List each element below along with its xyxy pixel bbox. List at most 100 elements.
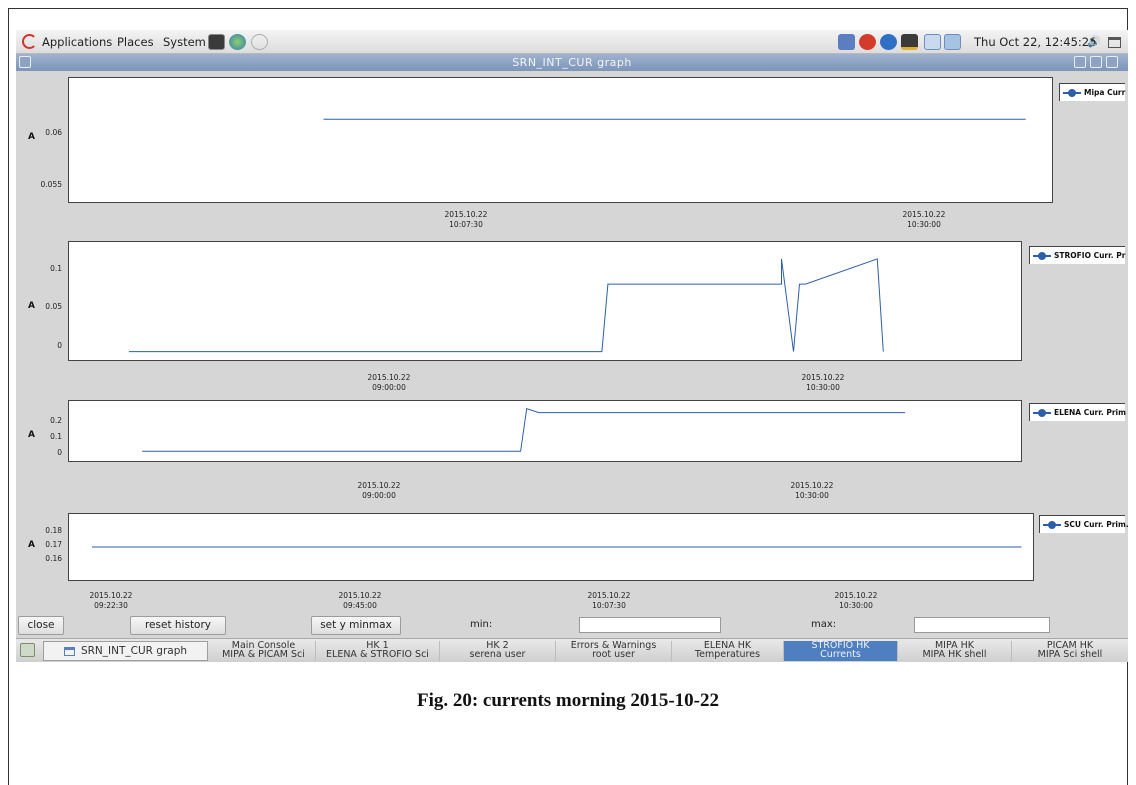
workspace-subtitle: MIPA & PICAM Sci [222, 649, 305, 660]
y-tick-label: 0.06 [45, 128, 62, 137]
workspace-picam-hk[interactable]: PICAM HK MIPA Sci shell [1012, 641, 1128, 661]
show-desktop-icon[interactable] [20, 643, 35, 657]
reset-history-button[interactable]: reset history [130, 616, 226, 635]
window-title: SRN_INT_CUR graph [512, 56, 632, 69]
max-input[interactable] [914, 617, 1050, 633]
volume-icon[interactable]: 🔊 [1087, 35, 1101, 51]
debian-logo-icon[interactable] [22, 34, 37, 49]
x-tick-date: 2015.10.22 [338, 591, 382, 600]
x-tick-time: 10:30:00 [795, 491, 829, 500]
x-tick-time: 10:30:00 [907, 220, 941, 229]
network-launcher-icon[interactable] [251, 34, 268, 50]
window-menu-icon[interactable] [19, 56, 31, 68]
legend-marker-icon [1063, 89, 1081, 97]
workspace-subtitle: ELENA & STROFIO Sci [326, 649, 429, 660]
legend-label: STROFIO Curr. Pr [1054, 251, 1126, 260]
x-tick-label: 2015.10.22 09:22:30 [71, 591, 151, 611]
series-line [128, 258, 884, 353]
x-tick-time: 09:22:30 [94, 601, 128, 610]
legend-label: SCU Curr. Prim. [1064, 520, 1128, 529]
legend-scu: SCU Curr. Prim. [1039, 515, 1128, 533]
x-tick-time: 09:00:00 [362, 491, 396, 500]
plot-mipa[interactable] [68, 77, 1053, 203]
workspace-mipa-hk[interactable]: MIPA HK MIPA HK shell [898, 641, 1012, 661]
x-tick-label: 2015.10.22 10:30:00 [884, 210, 964, 230]
x-tick-date: 2015.10.22 [834, 591, 878, 600]
legend-strofio: STROFIO Curr. Pr [1029, 246, 1125, 264]
browser-launcher-icon[interactable] [229, 34, 246, 50]
workspace-strofio-hk[interactable]: STROFIO HK Currents [784, 641, 898, 661]
system-menu[interactable]: System [163, 35, 206, 49]
legend-label: Mipa Curr [1084, 88, 1126, 97]
x-tick-label: 2015.10.22 10:30:00 [783, 373, 863, 393]
x-tick-time: 10:30:00 [806, 383, 840, 392]
x-tick-time: 09:45:00 [343, 601, 377, 610]
series-line [142, 408, 906, 452]
workspace-subtitle: Temperatures [694, 649, 761, 660]
figure-caption: Fig. 20: currents morning 2015-10-22 [416, 690, 720, 711]
workspace-subtitle: MIPA Sci shell [1037, 649, 1103, 660]
terminal-launcher-icon[interactable] [208, 34, 225, 50]
places-menu[interactable]: Places [117, 35, 154, 49]
show-desktop-icon[interactable] [1108, 37, 1121, 48]
y-tick-label: 0 [57, 448, 62, 457]
x-tick-date: 2015.10.22 [790, 481, 834, 490]
legend-label: ELENA Curr. Prim [1054, 408, 1126, 417]
plot-scu[interactable] [68, 513, 1034, 581]
set-y-minmax-button[interactable]: set y minmax [311, 616, 401, 635]
x-tick-label: 2015.10.22 09:45:00 [320, 591, 400, 611]
x-tick-label: 2015.10.22 10:07:30 [569, 591, 649, 611]
update-icon[interactable] [859, 34, 876, 50]
y-tick-label: 0.1 [50, 432, 62, 441]
taskbar-window-label: SRN_INT_CUR graph [80, 645, 188, 657]
minimize-icon[interactable] [1074, 56, 1086, 68]
maximize-icon[interactable] [1090, 56, 1102, 68]
close-window-icon[interactable] [1106, 56, 1118, 68]
x-tick-label: 2015.10.22 10:30:00 [772, 481, 852, 501]
x-tick-time: 09:00:00 [372, 383, 406, 392]
plot-scu-canvas [92, 546, 1022, 548]
x-tick-date: 2015.10.22 [801, 373, 845, 382]
close-button[interactable]: close [18, 616, 64, 635]
workspace-subtitle: MIPA HK shell [922, 649, 987, 660]
desktop-screenshot: Applications Places System Thu Oct 22, 1… [16, 30, 1128, 662]
min-label: min: [470, 619, 493, 630]
display-icon[interactable] [838, 34, 855, 50]
legend-marker-icon [1033, 409, 1051, 417]
monitor-icon[interactable] [901, 34, 918, 50]
workspace-hk1[interactable]: HK 1 ELENA & STROFIO Sci [316, 641, 440, 661]
legend-marker-icon [1033, 252, 1051, 260]
clock[interactable]: Thu Oct 22, 12:45:26 [974, 35, 1096, 49]
window-icon [63, 646, 75, 656]
x-tick-time: 10:07:30 [592, 601, 626, 610]
applications-menu[interactable]: Applications [42, 35, 112, 49]
legend-elena: ELENA Curr. Prim [1029, 403, 1126, 421]
plot-strofio-canvas [128, 258, 884, 353]
min-input[interactable] [579, 617, 721, 633]
user-icon[interactable] [944, 34, 961, 50]
window-titlebar[interactable]: SRN_INT_CUR graph [16, 54, 1128, 71]
plot-elena[interactable] [68, 400, 1022, 462]
workspace-hk2[interactable]: HK 2 serena user [440, 641, 556, 661]
x-tick-label: 2015.10.22 10:30:00 [816, 591, 896, 611]
max-label: max: [811, 619, 837, 630]
y-tick-label: 0.055 [40, 180, 62, 189]
search-icon[interactable] [924, 34, 941, 50]
y-tick-label: 0.17 [45, 540, 62, 549]
workspace-main-console[interactable]: Main Console MIPA & PICAM Sci [212, 641, 316, 661]
accessibility-icon[interactable] [880, 34, 897, 50]
workspace-subtitle: root user [592, 649, 635, 660]
workspace-subtitle: Currents [820, 649, 861, 660]
x-tick-date: 2015.10.22 [444, 210, 488, 219]
y-tick-label: 0.2 [50, 416, 62, 425]
legend-mipa: Mipa Curr [1059, 83, 1125, 101]
x-tick-time: 10:07:30 [449, 220, 483, 229]
x-tick-date: 2015.10.22 [367, 373, 411, 382]
taskbar-window-button[interactable]: SRN_INT_CUR graph [43, 641, 208, 661]
y-tick-label: 0 [57, 341, 62, 350]
plot-strofio[interactable] [68, 241, 1022, 361]
y-tick-label: 0.1 [50, 264, 62, 273]
workspace-elena-hk[interactable]: ELENA HK Temperatures [672, 641, 784, 661]
workspace-errors-warnings[interactable]: Errors & Warnings root user [556, 641, 672, 661]
x-tick-date: 2015.10.22 [902, 210, 946, 219]
